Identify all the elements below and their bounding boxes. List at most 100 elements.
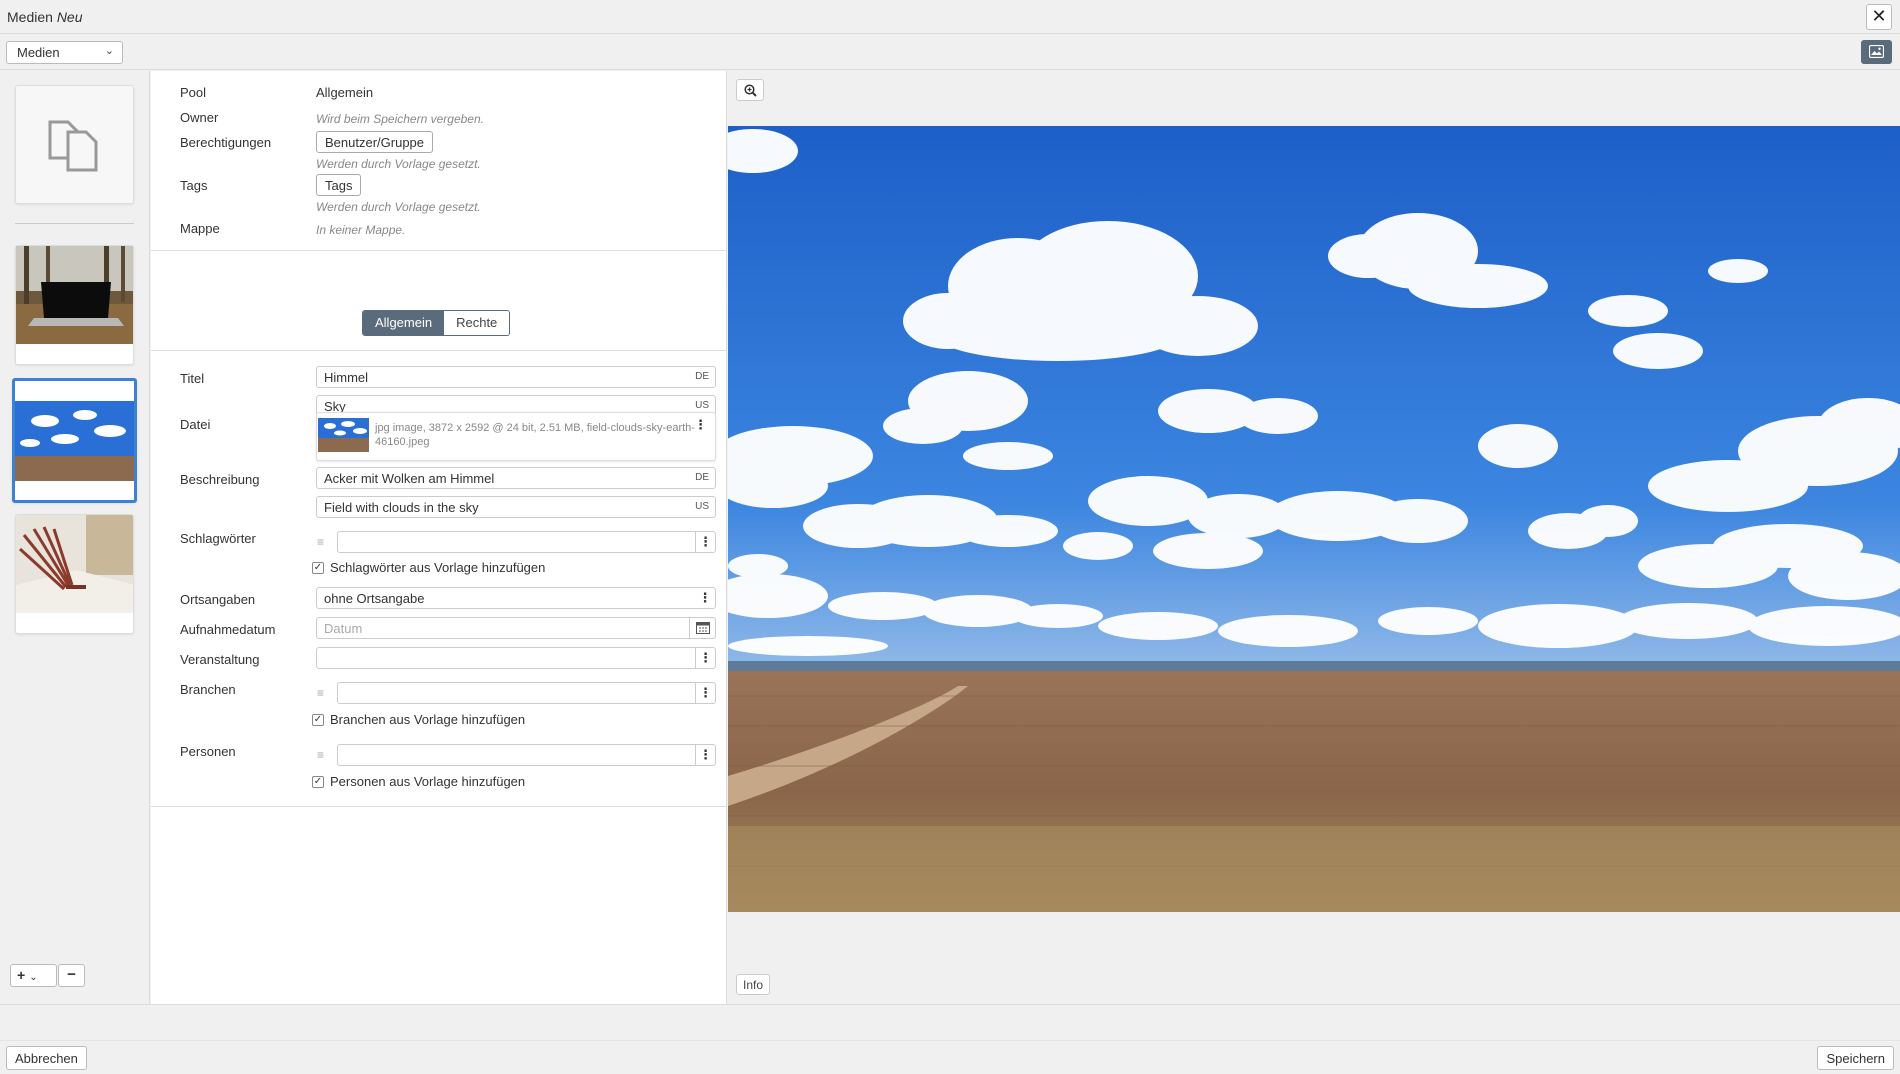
tags-label: Tags <box>180 178 208 193</box>
persons-template-label: Personen aus Vorlage hinzufügen <box>330 774 526 789</box>
keywords-input[interactable]: ⋮ <box>337 531 716 553</box>
lang-flag-us: US <box>695 501 709 512</box>
window-title-suffix: Neu <box>56 9 83 25</box>
footer-bar: Abbrechen Speichern <box>0 1004 1900 1074</box>
file-attachment[interactable]: jpg image, 3872 x 2592 @ 24 bit, 2.51 MB… <box>316 412 716 461</box>
owner-label: Owner <box>180 110 219 125</box>
permissions-label: Berechtigungen <box>180 135 272 150</box>
folder-hint: In keiner Mappe. <box>316 223 406 237</box>
folder-label: Mappe <box>180 221 220 236</box>
chevron-down-icon: ⌄ <box>29 972 38 983</box>
info-button[interactable]: Info <box>736 974 771 995</box>
location-value: ohne Ortsangabe <box>324 591 425 606</box>
title-de-value: Himmel <box>324 370 369 385</box>
drag-handle-icon[interactable]: ≡ <box>317 687 324 699</box>
drag-handle-icon[interactable]: ≡ <box>317 749 324 761</box>
keywords-template-checkbox[interactable]: ✓ Schlagwörter aus Vorlage hinzufügen <box>312 560 545 575</box>
media-thumbnail-laptop[interactable] <box>15 245 134 365</box>
industries-label: Branchen <box>180 682 236 697</box>
persons-menu-dots-icon[interactable]: ⋮ <box>695 745 715 765</box>
persons-template-checkbox[interactable]: ✓ Personen aus Vorlage hinzufügen <box>312 774 525 789</box>
permissions-hint: Werden durch Vorlage gesetzt. <box>316 157 481 171</box>
tags-hint: Werden durch Vorlage gesetzt. <box>316 200 481 214</box>
keywords-template-label: Schlagwörter aus Vorlage hinzufügen <box>330 560 546 575</box>
tab-rights[interactable]: Rechte <box>444 311 510 335</box>
description-de-input[interactable]: Acker mit Wolken am Himmel DE <box>316 467 716 489</box>
industries-template-label: Branchen aus Vorlage hinzufügen <box>330 712 526 727</box>
location-label: Ortsangaben <box>180 592 256 607</box>
checkbox-checked-icon: ✓ <box>312 713 324 726</box>
form-tabs: Allgemein Rechte <box>362 310 511 336</box>
checkbox-checked-icon: ✓ <box>312 775 324 788</box>
file-info: jpg image, 3872 x 2592 @ 24 bit, 2.51 MB… <box>375 422 695 448</box>
calendar-icon <box>696 622 710 634</box>
date-label: Aufnahmedatum <box>180 622 276 637</box>
new-media-thumbnail[interactable] <box>15 85 134 204</box>
chevron-down-icon: ⌄ <box>104 45 114 57</box>
window-title-text: Medien <box>7 9 53 25</box>
media-type-select-value: Medien <box>17 45 60 60</box>
image-view-toggle[interactable] <box>1861 40 1892 64</box>
footer-divider <box>0 1040 1900 1041</box>
description-us-value: Field with clouds in the sky <box>324 500 479 515</box>
close-button[interactable]: ✕ <box>1866 4 1892 30</box>
tags-button[interactable]: Tags <box>316 174 362 196</box>
media-thumbnail-book[interactable] <box>15 514 134 634</box>
media-type-select[interactable]: Medien ⌄ <box>6 41 123 64</box>
pool-value: Allgemein <box>316 85 374 100</box>
location-input[interactable]: ohne Ortsangabe ⋮ <box>316 587 716 609</box>
tab-general[interactable]: Allgemein <box>363 311 445 335</box>
tabs-divider <box>151 350 727 351</box>
title-label: Titel <box>180 371 205 386</box>
persons-input[interactable]: ⋮ <box>337 744 716 766</box>
description-us-input[interactable]: Field with clouds in the sky US <box>316 496 716 518</box>
keywords-label: Schlagwörter <box>180 531 256 546</box>
media-list-sidebar: + ⌄ − <box>0 71 150 1004</box>
media-form: Pool Allgemein Owner Wird beim Speichern… <box>151 71 727 1004</box>
description-de-value: Acker mit Wolken am Himmel <box>324 471 495 486</box>
persons-label: Personen <box>180 744 236 759</box>
plus-icon: + <box>17 967 26 983</box>
laptop-photo <box>16 246 133 344</box>
copy-documents-icon <box>48 120 98 172</box>
preview-image[interactable] <box>728 126 1900 912</box>
lang-flag-us: US <box>695 400 709 411</box>
description-label: Beschreibung <box>180 472 260 487</box>
zoom-button[interactable] <box>736 79 764 101</box>
image-icon <box>1869 45 1884 58</box>
title-bar: Medien Neu ✕ <box>0 0 1900 34</box>
add-media-button[interactable]: + ⌄ <box>10 964 57 987</box>
date-placeholder: Datum <box>324 621 363 636</box>
event-menu-dots-icon[interactable]: ⋮ <box>695 648 715 668</box>
section-divider <box>151 250 727 251</box>
drag-handle-icon[interactable]: ≡ <box>317 536 324 548</box>
title-de-input[interactable]: Himmel DE <box>316 366 716 388</box>
zoom-in-icon <box>744 84 757 97</box>
event-label: Veranstaltung <box>180 652 260 667</box>
form-bottom-divider <box>151 806 727 807</box>
location-menu-dots-icon[interactable]: ⋮ <box>695 588 715 608</box>
media-thumbnail-field-clouds-selected[interactable] <box>12 378 137 503</box>
file-menu-dots-icon[interactable]: ⋮ <box>694 417 707 433</box>
remove-media-button[interactable]: − <box>58 964 85 987</box>
file-thumbnail <box>318 418 369 452</box>
event-input[interactable]: ⋮ <box>316 647 716 669</box>
user-group-button[interactable]: Benutzer/Gruppe <box>316 131 434 153</box>
cancel-button[interactable]: Abbrechen <box>6 1046 87 1070</box>
pool-label: Pool <box>180 85 207 100</box>
calendar-button[interactable] <box>689 618 715 638</box>
field-clouds-photo <box>15 401 134 481</box>
thumbnail-divider <box>15 223 134 224</box>
lang-flag-de: DE <box>695 371 709 382</box>
industries-menu-dots-icon[interactable]: ⋮ <box>695 683 715 703</box>
keywords-menu-dots-icon[interactable]: ⋮ <box>695 532 715 552</box>
industries-template-checkbox[interactable]: ✓ Branchen aus Vorlage hinzufügen <box>312 712 525 727</box>
industries-input[interactable]: ⋮ <box>337 682 716 704</box>
date-input[interactable]: Datum <box>316 617 716 639</box>
toolbar: Medien ⌄ <box>0 35 1900 70</box>
checkbox-checked-icon: ✓ <box>312 561 324 574</box>
image-preview-panel: Info <box>728 71 1900 1004</box>
save-button[interactable]: Speichern <box>1817 1046 1894 1070</box>
book-photo <box>16 515 133 613</box>
close-icon: ✕ <box>1871 6 1887 26</box>
